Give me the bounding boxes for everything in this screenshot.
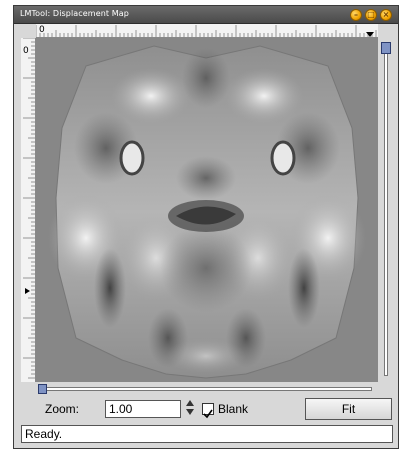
maximize-icon: □ bbox=[367, 10, 375, 19]
horizontal-ruler: 0 bbox=[36, 24, 378, 38]
ruler-left-ticks bbox=[23, 38, 35, 379]
arrow-up-icon[interactable] bbox=[186, 400, 194, 406]
close-button[interactable]: × bbox=[380, 9, 392, 21]
vertical-ruler: 0 bbox=[21, 38, 36, 382]
zoom-stepper[interactable] bbox=[186, 399, 194, 419]
horizontal-scrollbar[interactable] bbox=[36, 383, 378, 395]
horizontal-scroll-thumb[interactable] bbox=[38, 384, 47, 394]
checkmark-icon bbox=[203, 409, 213, 419]
displacement-map-image bbox=[36, 38, 378, 382]
zoom-input[interactable]: 1.00 bbox=[105, 400, 181, 418]
ruler-marker-left-icon bbox=[25, 288, 30, 294]
fit-button[interactable]: Fit bbox=[305, 398, 392, 420]
ruler-ticks bbox=[36, 25, 377, 37]
blank-label[interactable]: Blank bbox=[218, 402, 248, 416]
vertical-scroll-track[interactable] bbox=[384, 42, 388, 376]
status-bar: Ready. bbox=[21, 425, 393, 443]
close-icon: × bbox=[382, 10, 390, 19]
zoom-label: Zoom: bbox=[45, 402, 80, 416]
minimize-icon: – bbox=[354, 10, 358, 19]
blank-checkbox[interactable] bbox=[202, 403, 214, 419]
vertical-scrollbar[interactable] bbox=[379, 38, 393, 382]
ruler-marker-icon bbox=[366, 32, 374, 37]
minimize-button[interactable]: – bbox=[350, 9, 362, 21]
displacement-map-window: LMTool: Displacement Map – □ × 0 0 Zoom:… bbox=[13, 5, 399, 449]
displacement-map-canvas[interactable] bbox=[36, 38, 378, 382]
title-bar[interactable]: LMTool: Displacement Map – □ × bbox=[14, 6, 398, 24]
horizontal-scroll-track[interactable] bbox=[40, 387, 372, 391]
window-title: LMTool: Displacement Map bbox=[20, 9, 129, 18]
arrow-down-icon[interactable] bbox=[186, 409, 194, 415]
maximize-button[interactable]: □ bbox=[365, 9, 377, 21]
vertical-scroll-thumb[interactable] bbox=[381, 42, 391, 54]
